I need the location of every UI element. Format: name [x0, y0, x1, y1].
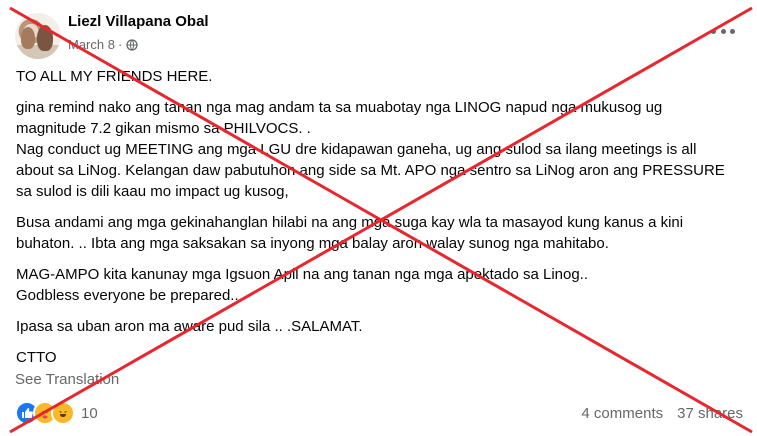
- post-paragraph: Ipasa sa uban aron ma aware pud sila .. …: [16, 316, 746, 337]
- meta-separator: ·: [117, 37, 123, 52]
- post-text-line: magnitude 7.2 gikan mismo sa PHILVOCS. .: [16, 120, 311, 137]
- post-meta: March 8 ·: [68, 37, 138, 52]
- post-text-line: Busa andami ang mga gekinahanglan hilabi…: [16, 214, 684, 231]
- post-text-line: about sa LiNog. Kelangan daw pabutuhon a…: [16, 162, 725, 179]
- post-paragraph: CTTO: [16, 347, 746, 368]
- post-date[interactable]: March 8: [68, 37, 115, 52]
- post-text-line: buhaton. .. Ibta ang mga saksakan sa iny…: [16, 235, 609, 252]
- author-avatar[interactable]: [15, 13, 61, 59]
- author-name[interactable]: Liezl Villapana Obal: [68, 13, 209, 30]
- post-text-line: MAG-AMPO kita kanunay mga Igsuon Apil na…: [16, 266, 589, 283]
- post-paragraph: gina remind nako ang tanan nga mag andam…: [16, 97, 746, 202]
- haha-icon: [51, 401, 75, 425]
- post-text-line: CTTO: [16, 349, 57, 366]
- reactions-summary[interactable]: 10: [15, 401, 98, 425]
- facebook-post: Liezl Villapana Obal March 8 · TO ALL MY…: [0, 0, 757, 436]
- post-stats: 4 comments 37 shares: [581, 405, 743, 422]
- post-paragraph: MAG-AMPO kita kanunay mga Igsuon Apil na…: [16, 264, 746, 306]
- post-paragraph: Busa andami ang mga gekinahanglan hilabi…: [16, 212, 746, 254]
- see-translation-link[interactable]: See Translation: [15, 371, 119, 388]
- post-text-line: Godbless everyone be prepared..: [16, 287, 239, 304]
- reaction-count: 10: [81, 404, 98, 422]
- post-text-line: Nag conduct ug MEETING ang mga LGU dre k…: [16, 141, 697, 158]
- comments-link[interactable]: 4 comments: [581, 405, 663, 422]
- globe-icon[interactable]: [126, 38, 138, 51]
- post-text: TO ALL MY FRIENDS HERE. gina remind nako …: [16, 66, 746, 378]
- post-paragraph: TO ALL MY FRIENDS HERE.: [16, 66, 746, 87]
- post-text-line: Ipasa sa uban aron ma aware pud sila .. …: [16, 318, 363, 335]
- post-text-line: gina remind nako ang tanan nga mag andam…: [16, 99, 663, 116]
- post-text-line: sa sulod is dili kaau mo impact ug kusog…: [16, 183, 289, 200]
- more-dots-icon[interactable]: [711, 22, 735, 40]
- post-text-line: TO ALL MY FRIENDS HERE.: [16, 68, 213, 85]
- shares-link[interactable]: 37 shares: [677, 405, 743, 422]
